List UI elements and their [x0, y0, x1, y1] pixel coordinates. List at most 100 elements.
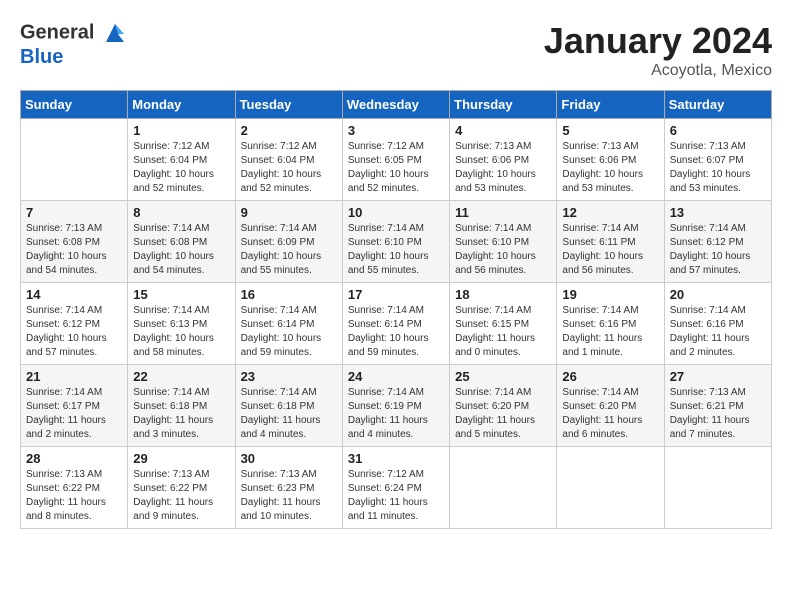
cell-info: Sunrise: 7:14 AMSunset: 6:19 PMDaylight:… [348, 386, 444, 442]
cell-info: Sunrise: 7:14 AMSunset: 6:18 PMDaylight:… [133, 386, 229, 442]
week-row-4: 28 Sunrise: 7:13 AMSunset: 6:22 PMDayligh… [21, 447, 772, 529]
day-number: 2 [241, 123, 337, 138]
logo-icon [102, 20, 128, 46]
day-number: 18 [455, 287, 551, 302]
cell-w1-d0: 7 Sunrise: 7:13 AMSunset: 6:08 PMDaylight… [21, 201, 128, 283]
day-number: 14 [26, 287, 122, 302]
cell-w3-d5: 26Sunrise: 7:14 AMSunset: 6:20 PMDayligh… [557, 365, 664, 447]
day-number: 12 [562, 205, 658, 220]
cell-info: Sunrise: 7:14 AMSunset: 6:12 PMDaylight:… [670, 222, 766, 278]
week-row-2: 14Sunrise: 7:14 AMSunset: 6:12 PMDayligh… [21, 283, 772, 365]
cell-w1-d6: 13 Sunrise: 7:14 AMSunset: 6:12 PMDayligh… [664, 201, 771, 283]
cell-w0-d3: 3 Sunrise: 7:12 AMSunset: 6:05 PMDaylight… [342, 119, 449, 201]
cell-w1-d3: 10 Sunrise: 7:14 AMSunset: 6:10 PMDayligh… [342, 201, 449, 283]
cell-w2-d6: 20 Sunrise: 7:14 AMSunset: 6:16 PMDayligh… [664, 283, 771, 365]
header-thursday: Thursday [450, 91, 557, 119]
cell-w3-d2: 23 Sunrise: 7:14 AMSunset: 6:18 PMDayligh… [235, 365, 342, 447]
cell-info: Sunrise: 7:14 AMSunset: 6:16 PMDaylight:… [670, 304, 766, 360]
cell-info: Sunrise: 7:14 AMSunset: 6:14 PMDaylight:… [241, 304, 337, 360]
cell-w3-d0: 21 Sunrise: 7:14 AMSunset: 6:17 PMDayligh… [21, 365, 128, 447]
day-number: 21 [26, 369, 122, 384]
cell-w1-d2: 9 Sunrise: 7:14 AMSunset: 6:09 PMDaylight… [235, 201, 342, 283]
cell-info: Sunrise: 7:14 AMSunset: 6:20 PMDaylight:… [562, 386, 658, 442]
location-subtitle: Acoyotla, Mexico [544, 62, 772, 80]
cell-w3-d3: 24Sunrise: 7:14 AMSunset: 6:19 PMDayligh… [342, 365, 449, 447]
cell-w2-d1: 15Sunrise: 7:14 AMSunset: 6:13 PMDayligh… [128, 283, 235, 365]
logo-text-blue: Blue [20, 46, 128, 69]
cell-info: Sunrise: 7:14 AMSunset: 6:17 PMDaylight:… [26, 386, 122, 442]
day-number: 30 [241, 451, 337, 466]
cell-info: Sunrise: 7:14 AMSunset: 6:18 PMDaylight:… [241, 386, 337, 442]
cell-info: Sunrise: 7:13 AMSunset: 6:06 PMDaylight:… [455, 140, 551, 196]
calendar-table: SundayMondayTuesdayWednesdayThursdayFrid… [20, 90, 772, 529]
cell-w2-d3: 17 Sunrise: 7:14 AMSunset: 6:14 PMDayligh… [342, 283, 449, 365]
day-number: 11 [455, 205, 551, 220]
logo: General Blue [20, 20, 128, 69]
month-title: January 2024 [544, 20, 772, 62]
cell-w4-d1: 29 Sunrise: 7:13 AMSunset: 6:22 PMDayligh… [128, 447, 235, 529]
cell-w4-d0: 28 Sunrise: 7:13 AMSunset: 6:22 PMDayligh… [21, 447, 128, 529]
cell-info: Sunrise: 7:14 AMSunset: 6:10 PMDaylight:… [455, 222, 551, 278]
week-row-3: 21 Sunrise: 7:14 AMSunset: 6:17 PMDayligh… [21, 365, 772, 447]
header-saturday: Saturday [664, 91, 771, 119]
day-number: 20 [670, 287, 766, 302]
week-row-1: 7 Sunrise: 7:13 AMSunset: 6:08 PMDaylight… [21, 201, 772, 283]
header-wednesday: Wednesday [342, 91, 449, 119]
day-number: 17 [348, 287, 444, 302]
cell-info: Sunrise: 7:14 AMSunset: 6:13 PMDaylight:… [133, 304, 229, 360]
calendar-header-row: SundayMondayTuesdayWednesdayThursdayFrid… [21, 91, 772, 119]
header-tuesday: Tuesday [235, 91, 342, 119]
cell-w2-d5: 19 Sunrise: 7:14 AMSunset: 6:16 PMDayligh… [557, 283, 664, 365]
cell-info: Sunrise: 7:14 AMSunset: 6:08 PMDaylight:… [133, 222, 229, 278]
cell-info: Sunrise: 7:12 AMSunset: 6:04 PMDaylight:… [241, 140, 337, 196]
header-sunday: Sunday [21, 91, 128, 119]
page-header: General Blue January 2024 Acoyotla, Mexi… [20, 20, 772, 80]
cell-info: Sunrise: 7:14 AMSunset: 6:16 PMDaylight:… [562, 304, 658, 360]
day-number: 3 [348, 123, 444, 138]
day-number: 4 [455, 123, 551, 138]
header-friday: Friday [557, 91, 664, 119]
day-number: 7 [26, 205, 122, 220]
header-monday: Monday [128, 91, 235, 119]
cell-info: Sunrise: 7:14 AMSunset: 6:14 PMDaylight:… [348, 304, 444, 360]
cell-info: Sunrise: 7:14 AMSunset: 6:09 PMDaylight:… [241, 222, 337, 278]
cell-info: Sunrise: 7:13 AMSunset: 6:06 PMDaylight:… [562, 140, 658, 196]
day-number: 13 [670, 205, 766, 220]
day-number: 6 [670, 123, 766, 138]
cell-w4-d4 [450, 447, 557, 529]
cell-info: Sunrise: 7:12 AMSunset: 6:05 PMDaylight:… [348, 140, 444, 196]
cell-info: Sunrise: 7:14 AMSunset: 6:10 PMDaylight:… [348, 222, 444, 278]
cell-w3-d6: 27Sunrise: 7:13 AMSunset: 6:21 PMDayligh… [664, 365, 771, 447]
cell-w2-d2: 16 Sunrise: 7:14 AMSunset: 6:14 PMDayligh… [235, 283, 342, 365]
cell-info: Sunrise: 7:14 AMSunset: 6:11 PMDaylight:… [562, 222, 658, 278]
cell-info: Sunrise: 7:14 AMSunset: 6:15 PMDaylight:… [455, 304, 551, 360]
day-number: 16 [241, 287, 337, 302]
cell-info: Sunrise: 7:13 AMSunset: 6:22 PMDaylight:… [26, 468, 122, 524]
day-number: 19 [562, 287, 658, 302]
cell-info: Sunrise: 7:13 AMSunset: 6:08 PMDaylight:… [26, 222, 122, 278]
day-number: 1 [133, 123, 229, 138]
day-number: 25 [455, 369, 551, 384]
cell-info: Sunrise: 7:13 AMSunset: 6:22 PMDaylight:… [133, 468, 229, 524]
day-number: 22 [133, 369, 229, 384]
day-number: 23 [241, 369, 337, 384]
cell-w2-d4: 18 Sunrise: 7:14 AMSunset: 6:15 PMDayligh… [450, 283, 557, 365]
cell-w0-d6: 6Sunrise: 7:13 AMSunset: 6:07 PMDaylight… [664, 119, 771, 201]
cell-w4-d2: 30Sunrise: 7:13 AMSunset: 6:23 PMDayligh… [235, 447, 342, 529]
title-block: January 2024 Acoyotla, Mexico [544, 20, 772, 80]
cell-w4-d6 [664, 447, 771, 529]
day-number: 10 [348, 205, 444, 220]
day-number: 29 [133, 451, 229, 466]
cell-w0-d0 [21, 119, 128, 201]
day-number: 27 [670, 369, 766, 384]
cell-w0-d4: 4 Sunrise: 7:13 AMSunset: 6:06 PMDaylight… [450, 119, 557, 201]
cell-w0-d1: 1Sunrise: 7:12 AMSunset: 6:04 PMDaylight… [128, 119, 235, 201]
cell-w3-d1: 22 Sunrise: 7:14 AMSunset: 6:18 PMDayligh… [128, 365, 235, 447]
day-number: 31 [348, 451, 444, 466]
cell-info: Sunrise: 7:12 AMSunset: 6:24 PMDaylight:… [348, 468, 444, 524]
day-number: 8 [133, 205, 229, 220]
day-number: 28 [26, 451, 122, 466]
day-number: 9 [241, 205, 337, 220]
cell-w0-d5: 5Sunrise: 7:13 AMSunset: 6:06 PMDaylight… [557, 119, 664, 201]
cell-w0-d2: 2 Sunrise: 7:12 AMSunset: 6:04 PMDaylight… [235, 119, 342, 201]
